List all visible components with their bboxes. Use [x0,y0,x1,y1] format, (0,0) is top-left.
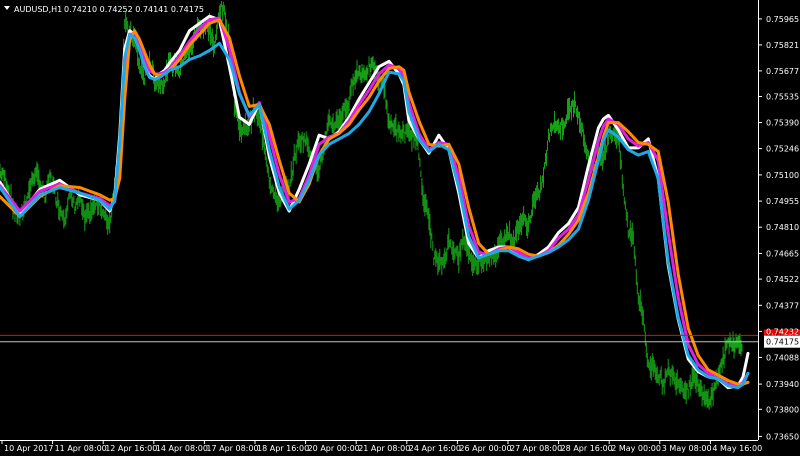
y-tick-label: 0.74377 [766,301,799,310]
y-tick-label: 0.75677 [766,67,799,76]
y-tick-label: 0.74955 [766,197,799,206]
x-tick-label: 12 Apr 16:00 [105,444,157,453]
x-tick-label: 14 Apr 08:00 [156,444,208,453]
y-tick-label: 0.73940 [766,380,799,389]
y-tick-label: 0.75100 [766,171,799,180]
x-tick-label: 3 May 08:00 [662,444,712,453]
y-tick-label: 0.74665 [766,249,799,258]
y-tick-label: 0.74522 [766,275,799,284]
x-tick-label: 18 Apr 16:00 [257,444,309,453]
y-tick-label: 0.75965 [766,15,799,24]
x-tick-label: 11 Apr 08:00 [55,444,107,453]
y-tick-label: 0.75246 [766,145,799,154]
x-tick-label: 26 Apr 00:00 [459,444,511,453]
y-tick-label: 0.74810 [766,223,799,232]
y-tick-label: 0.75390 [766,119,799,128]
x-tick-label: 2 May 00:00 [611,444,661,453]
y-tick-label: 0.73800 [766,405,799,414]
x-tick-label: 28 Apr 16:00 [561,444,613,453]
x-tick-label: 20 Apr 00:00 [308,444,360,453]
price-chart[interactable]: 0.742100.74175 0.759650.758210.756770.75… [0,0,800,456]
x-tick-label: 21 Apr 08:00 [358,444,410,453]
chart-symbol: AUDUSD,H1 [14,5,62,14]
x-tick-label: 4 May 16:00 [712,444,762,453]
x-tick-label: 27 Apr 08:00 [510,444,562,453]
y-tick-label: 0.75535 [766,93,799,102]
x-tick-label: 17 Apr 08:00 [206,444,258,453]
level-label-2: 0.74175 [766,338,799,347]
y-tick-label: 0.74232 [766,327,799,336]
x-tick-label: 10 Apr 2017 [4,444,53,453]
y-tick-label: 0.73650 [766,432,799,441]
y-tick-label: 0.75821 [766,41,799,50]
y-tick-label: 0.74088 [766,353,799,362]
x-tick-label: 24 Apr 16:00 [409,444,461,453]
chart-ohlc: 0.74210 0.74252 0.74141 0.74175 [64,5,204,14]
